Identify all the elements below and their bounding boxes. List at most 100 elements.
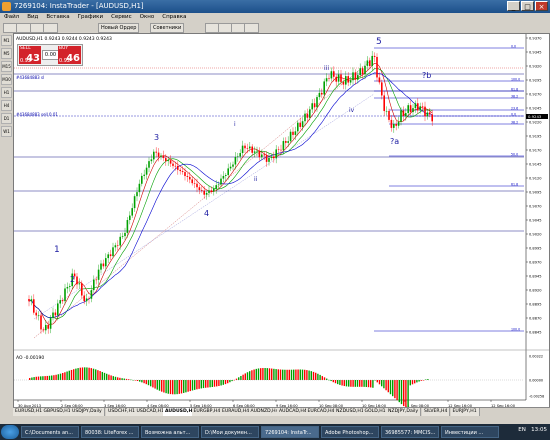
ao-bar bbox=[381, 380, 383, 387]
ao-bar bbox=[70, 369, 73, 380]
wave-label: 5 bbox=[376, 37, 382, 47]
tf-m15-button[interactable]: M15 bbox=[1, 61, 12, 72]
ao-bar bbox=[55, 374, 57, 380]
candle-body bbox=[265, 155, 268, 162]
price-chart[interactable]: 0.0 100.0 61.8 38.2 23.6 0.0 38.2 50.0 61.8 100.0… bbox=[14, 34, 549, 411]
ao-level-label: -0.00258 bbox=[529, 395, 544, 399]
tf-h4-button[interactable]: H4 bbox=[1, 100, 12, 111]
price-tick-label: 0.9245 bbox=[529, 107, 542, 111]
maximize-button[interactable]: □ bbox=[521, 1, 534, 11]
candle-body bbox=[361, 68, 364, 75]
candle-body bbox=[28, 299, 30, 302]
taskbar-item[interactable]: 80038: LiteForex ... bbox=[81, 426, 139, 438]
buy-button[interactable]: BUY 0.92 46 bbox=[58, 46, 81, 64]
candle-body bbox=[261, 154, 263, 158]
menu-item-1[interactable]: Вид bbox=[23, 13, 42, 22]
candle-body bbox=[112, 247, 114, 257]
taskbar-item[interactable]: C:\Documents an... bbox=[21, 426, 79, 438]
ao-bar bbox=[240, 375, 242, 380]
order-label: #43684883 sell 0.01 bbox=[16, 112, 58, 117]
system-tray: EN 13:05 bbox=[518, 427, 547, 433]
candle-body bbox=[225, 175, 227, 176]
menu-item-4[interactable]: Сервис bbox=[107, 13, 136, 22]
chart-window[interactable]: 0.0 100.0 61.8 38.2 23.6 0.0 38.2 50.0 61.8 100.0… bbox=[13, 33, 550, 411]
close-button[interactable]: × bbox=[535, 1, 548, 11]
chart-tab[interactable]: EURCAD,H4 bbox=[305, 408, 338, 416]
taskbar-item[interactable]: Инвестиции ... bbox=[441, 426, 499, 438]
candle-body bbox=[340, 74, 342, 82]
tf-d1-button[interactable]: D1 bbox=[1, 113, 12, 124]
taskbar-item[interactable]: Adobe Photoshop... bbox=[321, 426, 379, 438]
taskbar-item[interactable]: 7269104: InstaTr... bbox=[261, 426, 319, 438]
taskbar-item[interactable]: 36985577: MMCIS... bbox=[381, 426, 439, 438]
menu-bar: Файл Вид Вставка Графики Сервис Окно Справка bbox=[0, 13, 550, 22]
candle-body bbox=[400, 110, 402, 122]
chart-tab[interactable]: EURGBP,H4 bbox=[191, 408, 224, 416]
wave-label: 4 bbox=[204, 209, 209, 218]
ao-bar bbox=[158, 380, 161, 391]
candle-body bbox=[366, 60, 369, 66]
minimize-button[interactable]: _ bbox=[507, 1, 520, 11]
candle-body bbox=[143, 174, 145, 176]
ao-level-label: 0.00000 bbox=[529, 379, 543, 383]
candle-body bbox=[30, 299, 33, 302]
menu-item-6[interactable]: Справка bbox=[158, 13, 190, 22]
tf-h1-button[interactable]: H1 bbox=[1, 87, 12, 98]
language-indicator[interactable]: EN bbox=[518, 427, 526, 433]
price-tick-label: 0.9095 bbox=[529, 191, 542, 195]
sell-button[interactable]: SELL 0.92 43 bbox=[19, 46, 41, 64]
ao-bar bbox=[139, 380, 141, 382]
price-tick-label: 0.8995 bbox=[529, 247, 542, 251]
profiles-button[interactable] bbox=[16, 23, 31, 33]
ao-bar bbox=[242, 374, 244, 380]
tf-m30-button[interactable]: M30 bbox=[1, 74, 12, 85]
ao-bar bbox=[396, 380, 398, 401]
menu-item-2[interactable]: Вставка bbox=[42, 13, 73, 22]
tf-m1-button[interactable]: M1 bbox=[1, 35, 12, 46]
chart-tab[interactable]: EURAUD,H4 bbox=[220, 408, 253, 416]
tf-m5-button[interactable]: M5 bbox=[1, 48, 12, 59]
ao-bar bbox=[299, 369, 301, 380]
chart-tab[interactable]: GOLD,H1 bbox=[362, 408, 389, 416]
chart-tab[interactable]: SILVER,H4 bbox=[422, 408, 451, 416]
tf-w1-button[interactable]: W1 bbox=[1, 126, 12, 137]
chart-tab[interactable]: USDJPY,Daily bbox=[70, 408, 105, 416]
timeframe-toolbar: M1 M5 M15 M30 H1 H4 D1 W1 bbox=[0, 33, 14, 416]
chart-tab[interactable]: EURJPY,H1 bbox=[450, 408, 480, 416]
ao-bar bbox=[88, 367, 90, 380]
candle-body bbox=[105, 258, 107, 267]
taskbar-item[interactable]: Возможна альт... bbox=[141, 426, 199, 438]
candle-body bbox=[205, 192, 208, 195]
ao-bar bbox=[90, 368, 92, 380]
start-button[interactable] bbox=[1, 425, 19, 439]
advisors-button[interactable]: Советники bbox=[150, 23, 185, 33]
autoscroll-button[interactable] bbox=[244, 23, 259, 33]
candle-body bbox=[277, 149, 280, 150]
ao-bar bbox=[189, 380, 191, 392]
candle-body bbox=[102, 263, 105, 267]
chart-tab[interactable]: GBPUSD,H1 bbox=[41, 408, 74, 416]
chart-tab[interactable]: NZDJPY,Daily bbox=[386, 408, 422, 416]
ao-bar bbox=[42, 376, 44, 380]
candle-body bbox=[294, 131, 297, 135]
candle-body bbox=[275, 149, 277, 159]
chart-tab[interactable]: USDCHF,H1 bbox=[106, 408, 138, 416]
candle-body bbox=[198, 187, 201, 191]
candle-body bbox=[165, 158, 167, 162]
ao-bar bbox=[409, 380, 411, 386]
ao-bar bbox=[112, 376, 114, 380]
navigator-button[interactable] bbox=[43, 23, 58, 33]
new-order-button[interactable]: Новый Ордер bbox=[98, 23, 140, 33]
menu-item-3[interactable]: Графики bbox=[74, 13, 107, 22]
ao-bar bbox=[370, 380, 372, 388]
ao-bar bbox=[271, 368, 273, 380]
ao-bar bbox=[209, 380, 211, 388]
taskbar-item[interactable]: D:\Мои докумен... bbox=[201, 426, 259, 438]
ao-bar bbox=[363, 380, 365, 387]
chart-tab[interactable]: EURUSD,H1 bbox=[13, 408, 46, 416]
candle-body bbox=[347, 76, 349, 83]
menu-item-0[interactable]: Файл bbox=[0, 13, 23, 22]
menu-item-5[interactable]: Окно bbox=[136, 13, 159, 22]
ao-bar bbox=[136, 380, 139, 381]
lot-size-input[interactable]: 0.00 bbox=[42, 50, 59, 60]
